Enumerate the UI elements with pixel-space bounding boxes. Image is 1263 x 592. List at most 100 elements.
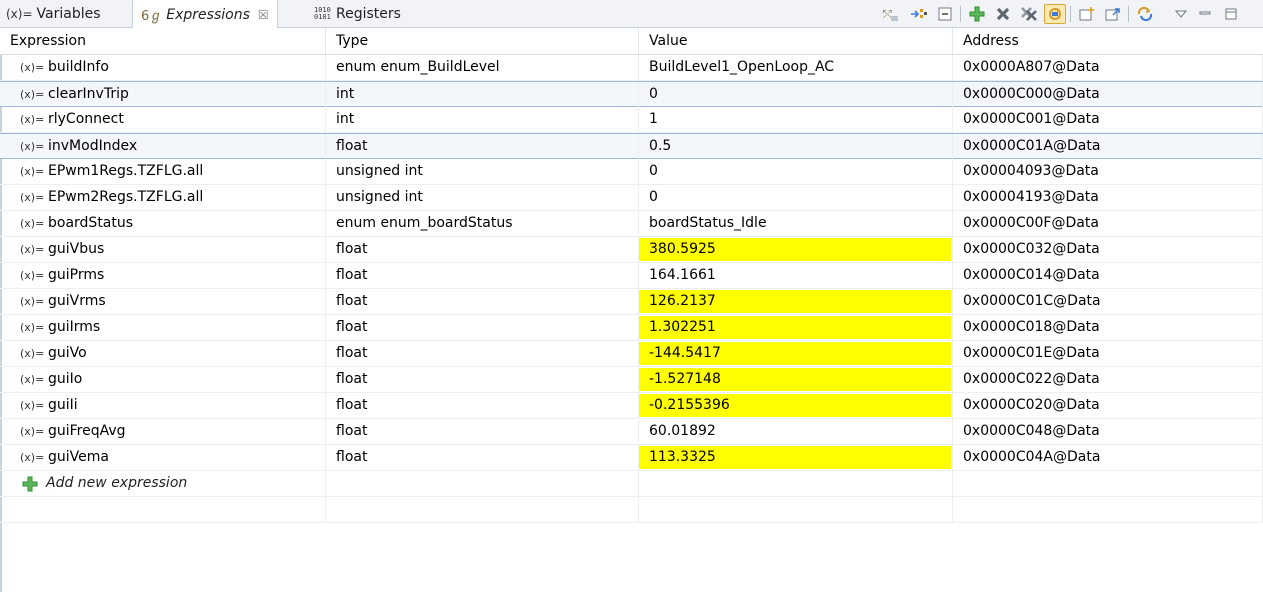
expr-text: guiVrms — [48, 293, 106, 309]
cell-value[interactable]: 1.302251 — [639, 315, 953, 340]
add-expression-icon[interactable] — [966, 4, 988, 24]
expr-text: boardStatus — [48, 215, 134, 231]
cell-value[interactable]: -0.2155396 — [639, 393, 953, 418]
value-text: -144.5417 — [649, 345, 721, 361]
cell-empty — [639, 497, 953, 522]
address-text: 0x0000A807@Data — [963, 59, 1100, 75]
table-row[interactable]: (x)= guiVo float -144.5417 0x0000C01E@Data — [0, 341, 1263, 367]
expr-text: guiFreqAvg — [48, 423, 126, 439]
cell-value[interactable]: 113.3325 — [639, 445, 953, 470]
column-header-address[interactable]: Address — [953, 28, 1263, 54]
variable-icon: (x)= — [20, 113, 45, 126]
table-row[interactable]: (x)= EPwm2Regs.TZFLG.all unsigned int 0 0x00… — [0, 185, 1263, 211]
cell-expr: (x)= EPwm2Regs.TZFLG.all — [0, 185, 326, 210]
cell-type: enum enum_boardStatus — [326, 211, 639, 236]
table-header: Expression Type Value Address — [0, 28, 1263, 55]
cell-type: float — [326, 289, 639, 314]
value-text: 380.5925 — [649, 241, 716, 257]
type-text: enum enum_BuildLevel — [336, 59, 500, 75]
cell-value[interactable]: -144.5417 — [639, 341, 953, 366]
value-text: -0.2155396 — [649, 397, 730, 413]
expr-text: guiIo — [48, 371, 83, 387]
type-text: float — [336, 267, 368, 283]
export-icon[interactable] — [1102, 4, 1124, 24]
value-text: 60.01892 — [649, 423, 716, 439]
cell-type: float — [326, 419, 639, 444]
table-row[interactable]: (x)= clearInvTrip int 0 0x0000C000@Data — [0, 81, 1263, 107]
remove-all-icon[interactable] — [1018, 4, 1040, 24]
table-row[interactable]: (x)= guiIo float -1.527148 0x0000C022@Data — [0, 367, 1263, 393]
tab-registers[interactable]: 1010 0101 Registers — [314, 0, 401, 28]
type-text: unsigned int — [336, 163, 423, 179]
value-text: 0 — [649, 86, 658, 102]
table-row[interactable]: (x)= guiIi float -0.2155396 0x0000C020@Data — [0, 393, 1263, 419]
cell-expr: (x)= rlyConnect — [0, 107, 326, 132]
cell-expr: (x)= boardStatus — [0, 211, 326, 236]
cell-expr[interactable]: Add new expression — [0, 471, 326, 496]
table-row[interactable]: (x)= buildInfo enum enum_BuildLevel BuildLe… — [0, 55, 1263, 81]
cell-expr: (x)= EPwm1Regs.TZFLG.all — [0, 159, 326, 184]
cell-value[interactable]: 0 — [639, 82, 953, 107]
table-row[interactable]: (x)= guiPrms float 164.1661 0x0000C014@Data — [0, 263, 1263, 289]
column-header-type[interactable]: Type — [326, 28, 639, 54]
cell-value[interactable]: boardStatus_Idle — [639, 211, 953, 236]
cell-value[interactable]: 164.1661 — [639, 263, 953, 288]
cell-value[interactable]: 60.01892 — [639, 419, 953, 444]
table-row[interactable]: (x)= guiIrms float 1.302251 0x0000C018@Data — [0, 315, 1263, 341]
table-row[interactable]: (x)= invModIndex float 0.5 0x0000C01A@Data — [0, 133, 1263, 159]
refresh-icon[interactable] — [1044, 4, 1066, 24]
cell-value[interactable]: 1 — [639, 107, 953, 132]
table-row[interactable]: (x)= guiFreqAvg float 60.01892 0x0000C048@Da… — [0, 419, 1263, 445]
minimize-icon[interactable] — [1194, 4, 1216, 24]
cell-address: 0x0000C032@Data — [953, 237, 1263, 262]
maximize-icon[interactable] — [1220, 4, 1242, 24]
variable-icon: (x)= — [20, 140, 45, 153]
continuous-refresh-icon[interactable] — [1134, 4, 1156, 24]
table-row[interactable]: (x)= boardStatus enum enum_boardStatus boar… — [0, 211, 1263, 237]
cell-address: 0x0000C01C@Data — [953, 289, 1263, 314]
cell-value[interactable]: 126.2137 — [639, 289, 953, 314]
table-row[interactable]: (x)= guiVbus float 380.5925 0x0000C032@Data — [0, 237, 1263, 263]
column-header-value[interactable]: Value — [639, 28, 953, 54]
table-row[interactable]: (x)= guiVrms float 126.2137 0x0000C01C@Data — [0, 289, 1263, 315]
view-menu-icon[interactable] — [1170, 4, 1192, 24]
table-row[interactable]: (x)= EPwm1Regs.TZFLG.all unsigned int 0 0x00… — [0, 159, 1263, 185]
address-text: 0x0000C020@Data — [963, 397, 1100, 413]
cell-address: 0x0000C020@Data — [953, 393, 1263, 418]
cell-value[interactable]: 0.5 — [639, 134, 953, 159]
type-text: float — [336, 293, 368, 309]
table-row[interactable]: (x)= guiVema float 113.3325 0x0000C04A@Data — [0, 445, 1263, 471]
tab-variables[interactable]: (x)= Variables — [6, 0, 101, 28]
tab-expressions[interactable]: 6ℊ Expressions ☒ — [132, 0, 278, 29]
expressions-icon: 6ℊ — [141, 9, 163, 24]
value-text: boardStatus_Idle — [649, 215, 767, 231]
cell-type: unsigned int — [326, 185, 639, 210]
cell-expr: (x)= guiFreqAvg — [0, 419, 326, 444]
cell-address: 0x0000C014@Data — [953, 263, 1263, 288]
empty-row — [0, 497, 1263, 523]
cell-value[interactable]: BuildLevel1_OpenLoop_AC — [639, 55, 953, 80]
show-type-names-icon[interactable]: ⤲ — [880, 4, 902, 24]
cell-expr: (x)= guiIo — [0, 367, 326, 392]
cell-value[interactable]: 0 — [639, 159, 953, 184]
cell-value[interactable]: 0 — [639, 185, 953, 210]
cell-value[interactable]: -1.527148 — [639, 367, 953, 392]
cell-type: int — [326, 82, 639, 107]
add-new-expression-row[interactable]: Add new expression — [0, 471, 1263, 497]
expr-text: guiIi — [48, 397, 78, 413]
address-text: 0x0000C014@Data — [963, 267, 1100, 283]
value-text: 0.5 — [649, 138, 672, 154]
variable-icon: (x)= — [20, 165, 45, 178]
cell-address: 0x0000C000@Data — [953, 82, 1263, 107]
table-row[interactable]: (x)= rlyConnect int 1 0x0000C001@Data — [0, 107, 1263, 133]
collapse-all-icon[interactable] — [908, 4, 930, 24]
close-tab-icon[interactable]: ☒ — [258, 8, 269, 22]
collapse-icon[interactable] — [934, 4, 956, 24]
remove-icon[interactable] — [992, 4, 1014, 24]
address-text: 0x0000C04A@Data — [963, 449, 1101, 465]
add-expression-plus-icon — [22, 476, 38, 492]
column-header-expression[interactable]: Expression — [0, 28, 326, 54]
cell-address: 0x00004093@Data — [953, 159, 1263, 184]
import-icon[interactable] — [1076, 4, 1098, 24]
cell-value[interactable]: 380.5925 — [639, 237, 953, 262]
